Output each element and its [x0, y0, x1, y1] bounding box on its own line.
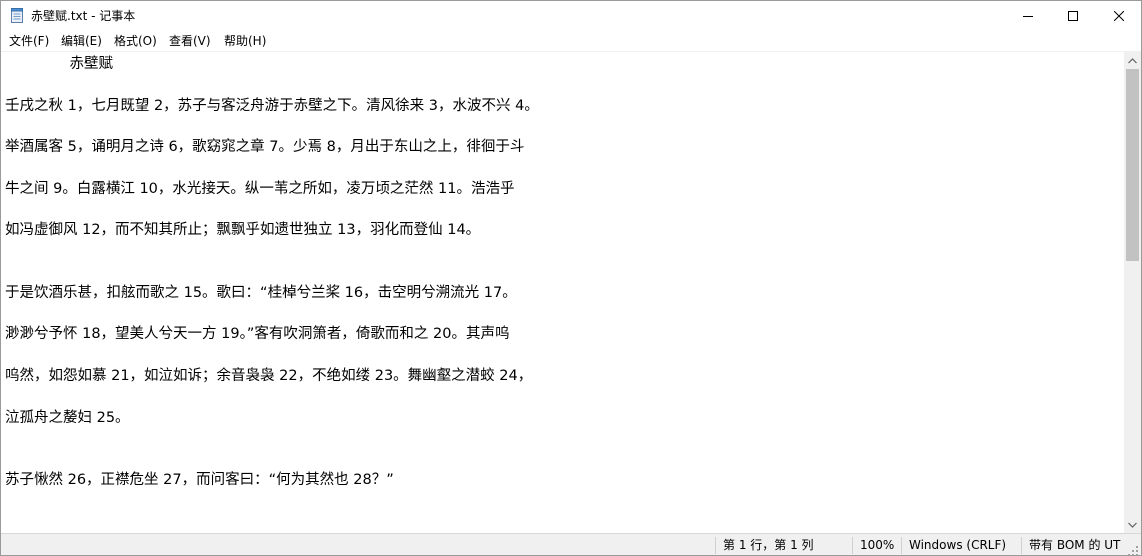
- close-button[interactable]: [1096, 1, 1141, 31]
- text-editor[interactable]: 赤壁赋壬戌之秋 1，七月既望 2，苏子与客泛舟游于赤壁之下。清风徐来 3，水波不…: [1, 52, 1124, 533]
- title-bar[interactable]: 赤壁赋.txt - 记事本: [1, 1, 1141, 31]
- chevron-up-icon: [1128, 57, 1137, 63]
- text-line[interactable]: 呜然，如怨如慕 21，如泣如诉；余音袅袅 22，不绝如缕 23。舞幽壑之潜蛟 2…: [5, 366, 532, 386]
- text-line[interactable]: 壬戌之秋 1，七月既望 2，苏子与客泛舟游于赤壁之下。清风徐来 3，水波不兴 4…: [5, 96, 539, 116]
- text-line[interactable]: 泣孤舟之嫠妇 25。: [5, 408, 130, 428]
- menu-edit[interactable]: 编辑(E): [60, 33, 103, 49]
- status-encoding: 带有 BOM 的 UT: [1029, 538, 1121, 552]
- resize-grip-icon[interactable]: [1127, 542, 1139, 555]
- vertical-scrollbar[interactable]: [1124, 52, 1141, 533]
- menu-format[interactable]: 格式(O): [113, 33, 158, 49]
- status-bar: 第 1 行，第 1 列 100% Windows (CRLF) 带有 BOM 的…: [1, 533, 1141, 555]
- text-line[interactable]: 举酒属客 5，诵明月之诗 6，歌窈窕之章 7。少焉 8，月出于东山之上，徘徊于斗: [5, 137, 524, 157]
- scroll-down-button[interactable]: [1124, 516, 1141, 533]
- status-separator: [1021, 537, 1022, 554]
- status-line-ending: Windows (CRLF): [909, 538, 1007, 552]
- menu-view[interactable]: 查看(V): [168, 33, 212, 49]
- text-line[interactable]: 苏子愀然 26，正襟危坐 27，而问客曰：“何为其然也 28？”: [5, 470, 394, 490]
- notepad-icon[interactable]: [11, 8, 24, 23]
- close-icon: [1114, 11, 1124, 21]
- text-line[interactable]: 于是饮酒乐甚，扣舷而歌之 15。歌曰：“桂棹兮兰桨 16，击空明兮溯流光 17。: [5, 283, 517, 303]
- status-separator: [715, 537, 716, 554]
- scroll-up-button[interactable]: [1124, 52, 1141, 69]
- chevron-down-icon: [1128, 522, 1137, 528]
- maximize-icon: [1068, 11, 1078, 21]
- menu-help[interactable]: 帮助(H): [223, 33, 267, 49]
- status-separator: [852, 537, 853, 554]
- text-line[interactable]: 如冯虚御风 12，而不知其所止；飘飘乎如遗世独立 13，羽化而登仙 14。: [5, 220, 480, 240]
- notepad-window: 赤壁赋.txt - 记事本 文件(F) 编辑(E) 格式(O) 查看(V) 帮助…: [0, 0, 1142, 556]
- scrollbar-thumb[interactable]: [1126, 69, 1139, 261]
- menu-bar: 文件(F) 编辑(E) 格式(O) 查看(V) 帮助(H): [1, 31, 1141, 52]
- text-line[interactable]: 赤壁赋: [5, 54, 114, 74]
- status-separator: [901, 537, 902, 554]
- menu-file[interactable]: 文件(F): [8, 33, 50, 49]
- status-cursor-position: 第 1 行，第 1 列: [723, 538, 814, 552]
- window-title: 赤壁赋.txt - 记事本: [31, 9, 136, 23]
- text-line[interactable]: 牛之间 9。白露横江 10，水光接天。纵一苇之所如，凌万顷之茫然 11。浩浩乎: [5, 179, 514, 199]
- status-zoom: 100%: [860, 538, 895, 552]
- text-line[interactable]: 渺渺兮予怀 18，望美人兮天一方 19。”客有吹洞箫者，倚歌而和之 20。其声呜: [5, 324, 509, 344]
- minimize-button[interactable]: [1005, 1, 1051, 31]
- minimize-icon: [1023, 16, 1033, 17]
- maximize-button[interactable]: [1050, 1, 1096, 31]
